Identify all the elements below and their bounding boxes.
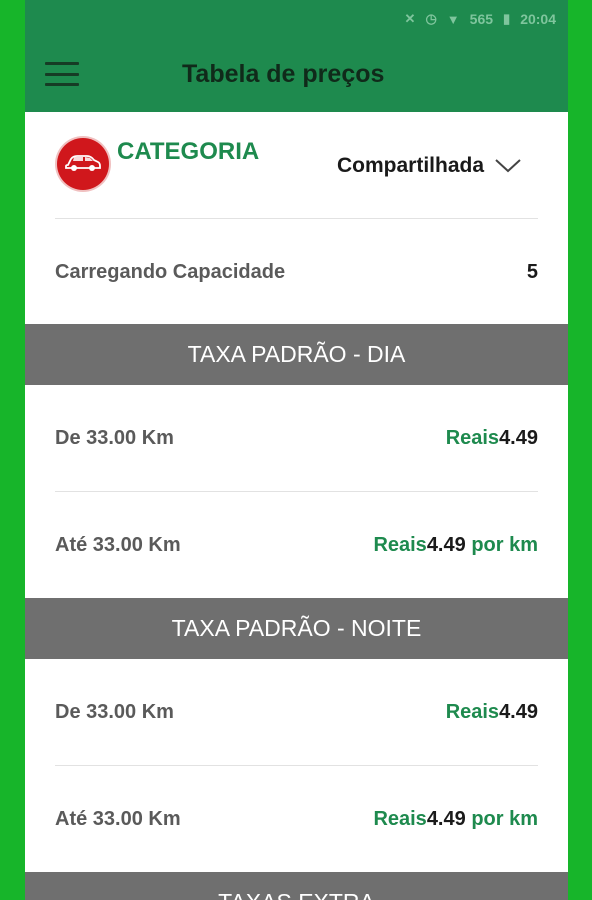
battery-icon: ▮ xyxy=(503,11,511,26)
rate-currency: Reais xyxy=(445,701,500,723)
rate-value: Reais4.49 por km xyxy=(373,534,538,557)
rate-currency: Reais xyxy=(373,808,427,830)
rate-suffix: por km xyxy=(471,534,538,556)
capacity-label: Carregando Capacidade xyxy=(55,261,286,283)
alarm-icon: ◷ xyxy=(425,11,437,26)
rate-amount: 4.49 xyxy=(426,534,466,556)
chevron-down-icon xyxy=(494,158,522,174)
rate-value: Reais4.49 por km xyxy=(373,808,538,831)
rate-currency: Reais xyxy=(373,534,427,556)
mute-icon: ✕ xyxy=(404,11,416,26)
rate-currency: Reais xyxy=(445,427,500,449)
rate-label: Até 33.00 Km xyxy=(55,808,181,830)
rate-label: Até 33.00 Km xyxy=(55,534,181,556)
rate-row: Até 33.00 Km Reais4.49 por km xyxy=(25,492,568,598)
rate-amount: 4.49 xyxy=(499,701,538,723)
rate-suffix: por km xyxy=(471,808,538,830)
category-row: CATEGORIA Compartilhada xyxy=(25,112,568,218)
rate-label: De 33.00 Km xyxy=(55,701,174,723)
rate-amount: 4.49 xyxy=(426,808,466,830)
capacity-value: 5 xyxy=(526,261,538,283)
rate-label: De 33.00 Km xyxy=(55,427,174,449)
page-title: Tabela de preços xyxy=(182,60,385,88)
section-header-night: TAXA PADRÃO - NOITE xyxy=(25,598,568,659)
section-header-extra: TAXAS EXTRA xyxy=(25,872,568,900)
car-icon xyxy=(57,138,109,190)
category-selected-value: Compartilhada xyxy=(337,154,485,177)
section-header-day: TAXA PADRÃO - DIA xyxy=(25,324,568,385)
rate-row: Até 33.00 Km Reais4.49 por km xyxy=(25,766,568,872)
rate-value: Reais4.49 xyxy=(446,701,538,724)
rate-amount: 4.49 xyxy=(499,427,538,449)
status-bar: ✕ ◷ ▼ 565 ▮ 20:04 xyxy=(25,0,568,38)
signal-text: 565 xyxy=(469,11,494,27)
status-time: 20:04 xyxy=(520,11,556,27)
wifi-icon: ▼ xyxy=(446,11,460,27)
category-label: CATEGORIA xyxy=(117,138,260,165)
rate-row: De 33.00 Km Reais4.49 xyxy=(25,659,568,765)
phone-screen: ✕ ◷ ▼ 565 ▮ 20:04 Tabela de preços CATEG… xyxy=(25,0,568,900)
rate-row: De 33.00 Km Reais4.49 xyxy=(25,385,568,491)
capacity-row: Carregando Capacidade 5 xyxy=(25,219,568,324)
category-dropdown[interactable]: Compartilhada xyxy=(337,154,522,178)
rate-value: Reais4.49 xyxy=(446,427,538,450)
menu-icon[interactable] xyxy=(45,62,79,86)
app-bar: Tabela de preços xyxy=(25,38,568,112)
